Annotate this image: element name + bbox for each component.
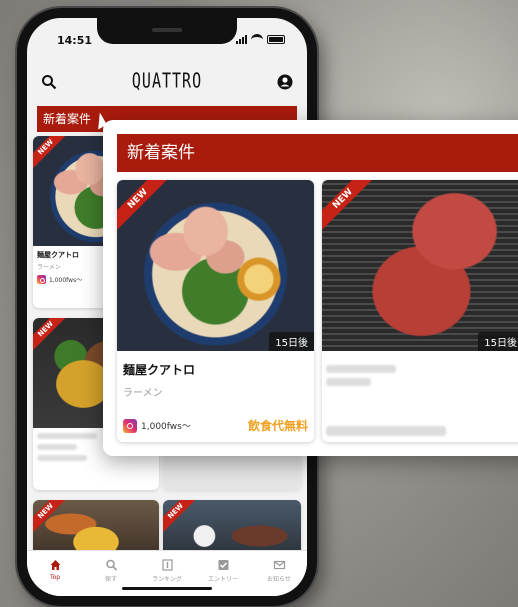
callout-card-footer: 1,000fws〜 飲食代無料 xyxy=(123,417,308,434)
blurred-text xyxy=(37,455,87,461)
callout-card-followers: 1,000fws〜 xyxy=(123,418,191,433)
tab-top[interactable]: Top xyxy=(31,559,79,596)
tab-search[interactable]: 探す xyxy=(87,559,135,596)
ranking-icon xyxy=(161,559,173,571)
callout-section-header: 新着案件 xyxy=(117,134,518,172)
callout-card[interactable]: NEW 15日後 xyxy=(322,180,518,442)
callout-card-genre: ラーメン xyxy=(123,388,163,399)
wifi-icon xyxy=(251,34,263,44)
blurred-text xyxy=(326,378,371,386)
callout-card[interactable]: NEW 15日後 麺屋クアトロ ラーメン 1,000fws〜 飲食代無料 xyxy=(117,180,314,442)
blurred-text xyxy=(326,365,396,373)
days-remaining: 15日後 xyxy=(269,332,314,351)
tab-ranking[interactable]: ランキング xyxy=(143,559,191,596)
tab-label: Top xyxy=(49,574,61,581)
account-icon[interactable] xyxy=(277,74,293,90)
blurred-text xyxy=(326,426,446,436)
zoom-callout: 新着案件 NEW 15日後 麺屋クアトロ ラーメン 1,000fws〜 飲食代無… xyxy=(103,120,518,456)
days-remaining: 15日後 xyxy=(478,332,518,351)
signal-icon xyxy=(236,34,247,44)
mail-icon xyxy=(273,560,285,570)
notch xyxy=(97,18,237,44)
new-badge: NEW xyxy=(33,500,69,535)
tab-label: ランキング xyxy=(152,576,182,583)
card-followers-text: 1,000fws〜 xyxy=(49,277,83,284)
callout-card-photo: NEW 15日後 xyxy=(322,180,518,351)
battery-icon xyxy=(267,34,285,44)
new-badge: NEW xyxy=(322,180,376,232)
tab-label: 探す xyxy=(104,576,117,583)
tab-entry[interactable]: エントリー xyxy=(199,559,247,596)
search-icon xyxy=(105,559,117,571)
blurred-text xyxy=(37,444,77,450)
callout-card-followers-text: 1,000fws〜 xyxy=(141,422,191,432)
status-time: 14:51 xyxy=(57,34,93,47)
tab-notice[interactable]: お知らせ xyxy=(255,559,303,596)
check-icon xyxy=(218,560,228,570)
callout-card-photo: NEW 15日後 xyxy=(117,180,314,351)
new-badge: NEW xyxy=(33,136,69,171)
callout-card-perk: 飲食代無料 xyxy=(247,419,308,433)
status-icons xyxy=(236,34,285,44)
callout-card-name: 麺屋クアトロ xyxy=(123,363,196,377)
tab-label: エントリー xyxy=(207,576,238,583)
app-logo: QUATTRO xyxy=(131,68,203,94)
new-badge: NEW xyxy=(163,500,199,535)
home-icon xyxy=(50,560,60,570)
new-badge: NEW xyxy=(117,180,171,232)
blurred-text xyxy=(37,433,97,439)
home-indicator xyxy=(122,587,212,590)
tab-label: お知らせ xyxy=(267,576,291,583)
app-header: QUATTRO xyxy=(27,66,307,100)
instagram-icon xyxy=(37,275,46,284)
instagram-icon xyxy=(123,418,137,433)
new-badge: NEW xyxy=(33,318,69,353)
